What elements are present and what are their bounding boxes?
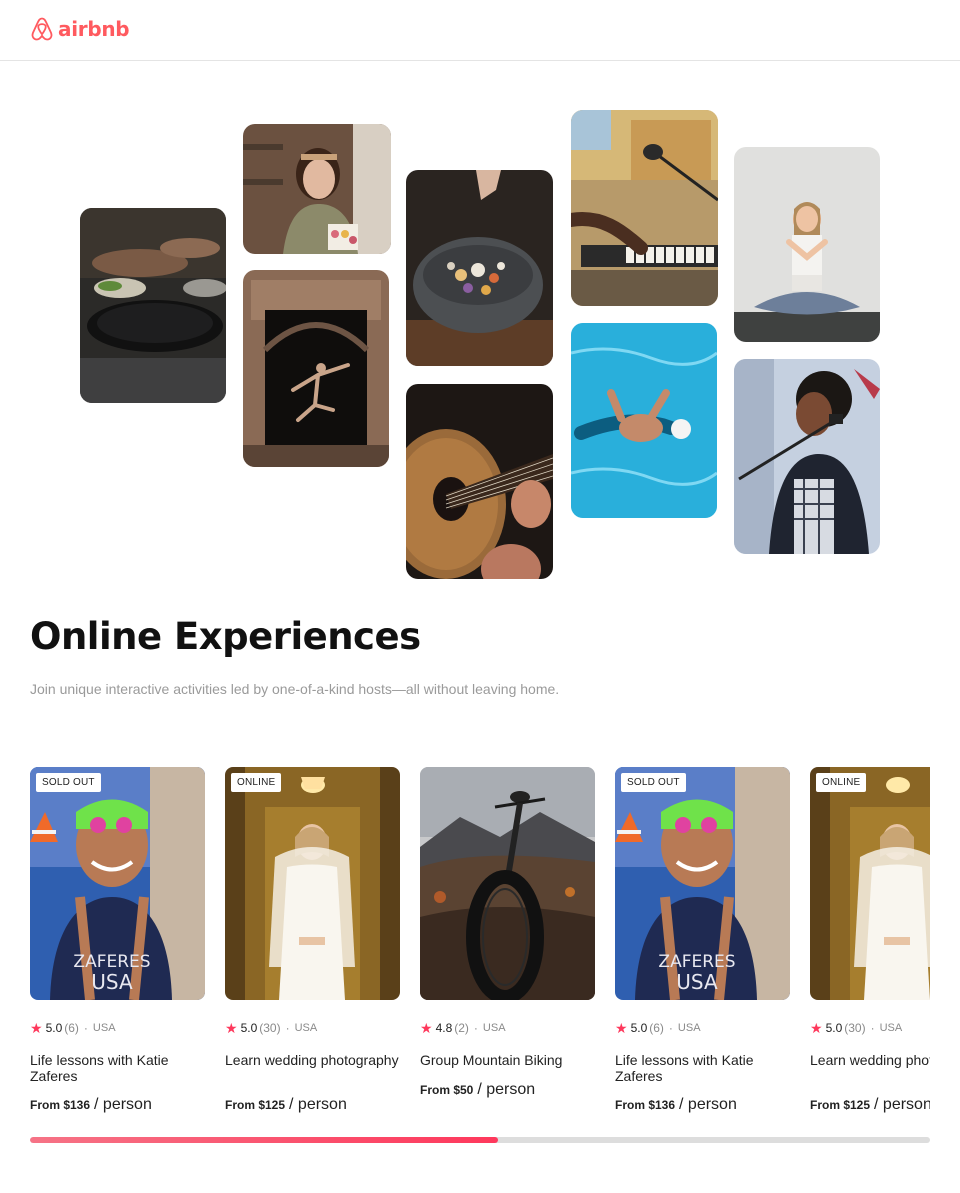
card-image-swimmer-portrait[interactable]: ZAFERES USA SOLD OUT	[615, 767, 790, 1000]
card-badge: SOLD OUT	[36, 773, 101, 792]
yoga-photo	[734, 147, 880, 342]
svg-text:ZAFERES: ZAFERES	[658, 952, 735, 972]
experience-card[interactable]: ONLINE ★ 5.0 (30) · USA Learn wedding ph…	[225, 767, 400, 1127]
card-review-count: (30)	[259, 1021, 281, 1035]
separator-dot: ·	[668, 1021, 673, 1035]
card-rating: 5.0	[240, 1021, 258, 1035]
airbnb-logo[interactable]: airbnb	[30, 16, 130, 42]
card-price: From $125 / person	[810, 1096, 930, 1114]
swimmer-pool-photo	[571, 323, 717, 518]
card-rating: 5.0	[45, 1021, 63, 1035]
card-price: From $125 / person	[225, 1096, 347, 1114]
card-price-amount: From $125	[810, 1098, 871, 1112]
experience-card[interactable]: ONLINE ★ 5.0 (30) · USA Learn wedding ph…	[810, 767, 930, 1127]
card-image-bride-portrait[interactable]: ONLINE	[225, 767, 400, 1000]
svg-text:ZAFERES: ZAFERES	[73, 952, 150, 972]
card-price-amount: From $125	[225, 1098, 286, 1112]
card-meta: ★ 5.0 (6) · USA	[615, 1021, 701, 1035]
carousel-scroll-thumb[interactable]	[30, 1137, 498, 1143]
card-review-count: (2)	[454, 1021, 469, 1035]
cooking-photo	[80, 208, 226, 403]
experience-card[interactable]: ★ 4.8 (2) · USA Group Mountain Biking Fr…	[420, 767, 595, 1127]
airbnb-logo-icon	[31, 17, 53, 41]
card-price-unit: / person	[289, 1096, 347, 1113]
section-subtitle: Join unique interactive activities led b…	[30, 681, 560, 697]
card-image-mountain-bike[interactable]	[420, 767, 595, 1000]
piano-microphone-photo	[571, 110, 718, 306]
separator-dot: ·	[83, 1021, 88, 1035]
star-icon: ★	[30, 1020, 43, 1036]
card-country: USA	[677, 1022, 701, 1034]
star-icon: ★	[810, 1020, 823, 1036]
card-image-bride-portrait[interactable]: ONLINE	[810, 767, 930, 1000]
separator-dot: ·	[473, 1021, 478, 1035]
card-country: USA	[92, 1022, 116, 1034]
card-title[interactable]: Group Mountain Biking	[420, 1052, 595, 1068]
hero-collage	[0, 61, 960, 601]
singer-microphone-photo	[734, 359, 880, 554]
card-review-count: (30)	[844, 1021, 866, 1035]
card-meta: ★ 5.0 (30) · USA	[225, 1021, 317, 1035]
card-country: USA	[482, 1022, 506, 1034]
card-title[interactable]: Learn wedding photography	[810, 1052, 930, 1068]
macarons-host-photo	[243, 124, 391, 254]
card-image-swimmer-portrait[interactable]: ZAFERES USA SOLD OUT	[30, 767, 205, 1000]
card-title[interactable]: Life lessons with Katie Zaferes	[615, 1052, 790, 1084]
svg-text:USA: USA	[91, 970, 133, 994]
star-icon: ★	[615, 1020, 628, 1036]
dancer-doorway-photo	[243, 270, 389, 467]
carousel-scrollbar[interactable]	[30, 1137, 930, 1143]
card-badge: SOLD OUT	[621, 773, 686, 792]
card-rating: 4.8	[435, 1021, 453, 1035]
top-navbar: airbnb	[0, 0, 960, 61]
card-review-count: (6)	[649, 1021, 664, 1035]
card-price: From $50 / person	[420, 1081, 535, 1099]
separator-dot: ·	[285, 1021, 290, 1035]
card-title[interactable]: Life lessons with Katie Zaferes	[30, 1052, 205, 1084]
card-price: From $136 / person	[30, 1096, 152, 1114]
card-country: USA	[879, 1022, 903, 1034]
card-meta: ★ 5.0 (30) · USA	[810, 1021, 902, 1035]
card-title[interactable]: Learn wedding photography	[225, 1052, 400, 1068]
separator-dot: ·	[870, 1021, 875, 1035]
card-price-amount: From $136	[30, 1098, 91, 1112]
card-price: From $136 / person	[615, 1096, 737, 1114]
card-review-count: (6)	[64, 1021, 79, 1035]
acoustic-guitar-photo	[406, 384, 553, 579]
experience-card[interactable]: ZAFERES USA SOLD OUT ★ 5.0 (6) · USA Lif…	[615, 767, 790, 1127]
card-price-unit: / person	[874, 1096, 930, 1113]
card-rating: 5.0	[630, 1021, 648, 1035]
svg-text:USA: USA	[676, 970, 718, 994]
card-rating: 5.0	[825, 1021, 843, 1035]
card-price-amount: From $136	[615, 1098, 676, 1112]
card-country: USA	[294, 1022, 318, 1034]
star-icon: ★	[225, 1020, 238, 1036]
experience-card[interactable]: ZAFERES USA SOLD OUT ★ 5.0 (6) · USA Lif…	[30, 767, 205, 1127]
card-meta: ★ 4.8 (2) · USA	[420, 1021, 506, 1035]
card-price-unit: / person	[94, 1096, 152, 1113]
brand-name: airbnb	[58, 17, 130, 41]
card-badge: ONLINE	[231, 773, 282, 792]
card-meta: ★ 5.0 (6) · USA	[30, 1021, 116, 1035]
card-badge: ONLINE	[816, 773, 867, 792]
card-price-unit: / person	[477, 1081, 536, 1098]
card-price-amount: From $50	[420, 1083, 474, 1097]
section-title: Online Experiences	[30, 615, 421, 658]
experience-carousel[interactable]: ZAFERES USA SOLD OUT ★ 5.0 (6) · USA Lif…	[30, 767, 930, 1127]
spice-bowl-photo	[406, 170, 553, 366]
card-price-unit: / person	[679, 1096, 737, 1113]
star-icon: ★	[420, 1020, 433, 1036]
